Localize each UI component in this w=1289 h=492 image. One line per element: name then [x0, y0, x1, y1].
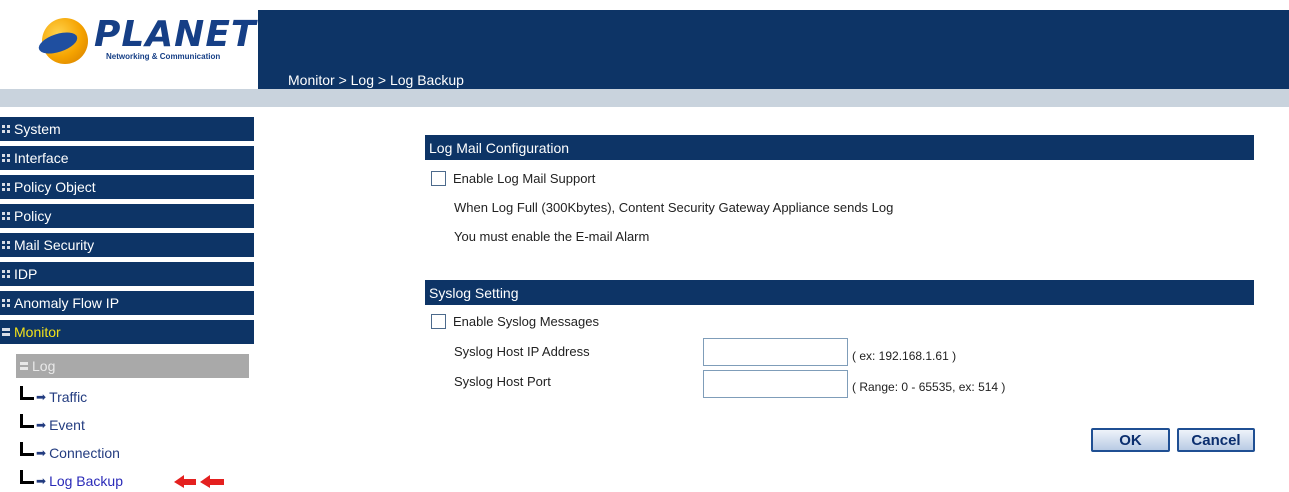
syslog-host-ip-label: Syslog Host IP Address — [454, 344, 590, 359]
enable-log-mail-row: Enable Log Mail Support — [431, 171, 595, 186]
collapse-icon — [20, 362, 28, 370]
expand-icon — [2, 212, 10, 220]
sidebar-subitem-label: Traffic — [49, 389, 88, 405]
tree-connector — [20, 442, 34, 464]
expand-icon — [2, 270, 10, 278]
expand-icon — [2, 125, 10, 133]
section-title: Log Mail Configuration — [429, 139, 570, 156]
expand-icon — [2, 299, 10, 307]
arrow-right-icon: ➡ — [36, 474, 47, 488]
syslog-host-ip-input[interactable] — [703, 338, 848, 366]
sidebar-subitem-log-backup[interactable]: ➡ Log Backup — [20, 470, 123, 492]
sidebar-item-idp[interactable]: IDP — [0, 262, 254, 290]
planet-logo: PLANET Networking & Communication — [36, 14, 255, 66]
syslog-section-header: Syslog Setting — [425, 280, 1254, 305]
ok-button[interactable]: OK — [1091, 428, 1170, 452]
syslog-host-port-label: Syslog Host Port — [454, 374, 551, 389]
sidebar-item-monitor[interactable]: Monitor — [0, 320, 254, 348]
enable-log-mail-label: Enable Log Mail Support — [453, 171, 596, 186]
enable-syslog-label: Enable Syslog Messages — [453, 314, 599, 329]
breadcrumb: Monitor > Log > Log Backup — [288, 72, 464, 88]
sidebar-subitem-traffic[interactable]: ➡ Traffic — [20, 386, 87, 408]
log-full-note: When Log Full (300Kbytes), Content Secur… — [454, 200, 894, 215]
sidebar-item-log[interactable]: Log — [16, 354, 249, 378]
cancel-button[interactable]: Cancel — [1177, 428, 1255, 452]
sidebar-item-anomaly-flow-ip[interactable]: Anomaly Flow IP — [0, 291, 254, 319]
header-stripe — [0, 89, 1289, 107]
sidebar-item-policy[interactable]: Policy — [0, 204, 254, 232]
log-mail-section-header: Log Mail Configuration — [425, 135, 1254, 160]
tree-connector — [20, 386, 34, 408]
email-alarm-note: You must enable the E-mail Alarm — [454, 229, 650, 244]
sidebar-item-label: Monitor — [14, 324, 61, 340]
brand-name: PLANET — [94, 14, 257, 55]
collapse-icon — [2, 328, 10, 336]
sidebar-item-label: Policy Object — [14, 179, 96, 195]
syslog-host-port-hint: ( Range: 0 - 65535, ex: 514 ) — [852, 380, 1006, 394]
arrow-right-icon: ➡ — [36, 418, 47, 432]
expand-icon — [2, 183, 10, 191]
sidebar-item-label: Mail Security — [14, 237, 95, 253]
sidebar-subitem-label: Event — [49, 417, 85, 433]
sidebar-subitem-connection[interactable]: ➡ Connection — [20, 442, 120, 464]
sidebar-item-label: Interface — [14, 150, 69, 166]
globe-icon — [36, 18, 88, 64]
sidebar-item-label: System — [14, 121, 61, 137]
sidebar-subitem-event[interactable]: ➡ Event — [20, 414, 85, 436]
tree-connector — [20, 414, 34, 436]
enable-syslog-checkbox[interactable] — [431, 314, 446, 329]
syslog-host-ip-hint: ( ex: 192.168.1.61 ) — [852, 349, 957, 363]
sidebar-item-label: Policy — [14, 208, 52, 224]
enable-syslog-row: Enable Syslog Messages — [431, 314, 599, 329]
arrow-right-icon: ➡ — [36, 390, 47, 404]
logo-area: PLANET Networking & Communication — [0, 0, 258, 88]
sidebar-item-policy-object[interactable]: Policy Object — [0, 175, 254, 203]
sidebar-item-system[interactable]: System — [0, 117, 254, 145]
syslog-host-port-input[interactable] — [703, 370, 848, 398]
sidebar-subitem-label: Log Backup — [49, 473, 124, 489]
sidebar-item-label: Anomaly Flow IP — [14, 295, 120, 311]
sidebar-item-label: Log — [32, 358, 56, 374]
enable-log-mail-checkbox[interactable] — [431, 171, 446, 186]
section-title: Syslog Setting — [429, 284, 519, 301]
sidebar-item-mail-security[interactable]: Mail Security — [0, 233, 254, 261]
sidebar-subitem-label: Connection — [49, 445, 120, 461]
expand-icon — [2, 241, 10, 249]
expand-icon — [2, 154, 10, 162]
arrow-right-icon: ➡ — [36, 446, 47, 460]
sidebar-item-interface[interactable]: Interface — [0, 146, 254, 174]
brand-tagline: Networking & Communication — [106, 52, 221, 61]
tree-connector — [20, 470, 34, 492]
current-page-arrows-icon — [174, 475, 224, 488]
sidebar-item-label: IDP — [14, 266, 38, 282]
